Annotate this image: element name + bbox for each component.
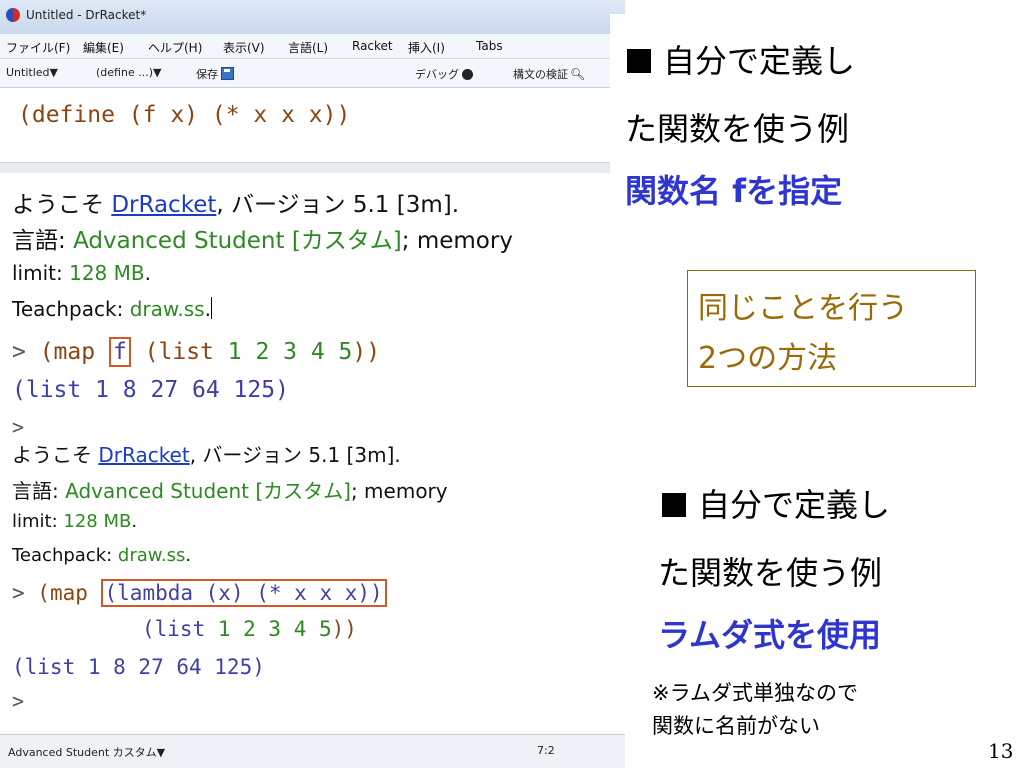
- definitions-pane[interactable]: (define (f x) (* x x x)): [0, 88, 625, 158]
- note2-line2: た関数を使う例: [658, 554, 883, 592]
- menu-racket[interactable]: Racket: [352, 39, 393, 53]
- language-suffix: ; memory: [350, 479, 448, 503]
- list-open: (list: [142, 617, 218, 641]
- welcome-suffix: , バージョン 5.1 [3m].: [189, 443, 401, 467]
- welcome-suffix: , バージョン 5.1 [3m].: [216, 192, 460, 218]
- note2-remark1: ※ラムダ式単独なので: [652, 681, 858, 705]
- definition-line: (define (f x) (* x x x)): [18, 102, 351, 128]
- page-number: 13: [988, 739, 1014, 763]
- note2-heading: 自分で定義し: [662, 480, 890, 526]
- menu-help[interactable]: ヘルプ(H): [148, 39, 202, 56]
- limit-end: .: [131, 511, 138, 532]
- window-title: Untitled - DrRacket*: [26, 8, 147, 22]
- welcome-prefix: ようこそ: [12, 192, 112, 218]
- cursor-position: 7:2: [537, 744, 555, 757]
- welcome-prefix: ようこそ: [12, 443, 99, 467]
- note1-heading: 自分で定義し: [627, 36, 855, 82]
- limit-label: limit:: [12, 261, 70, 285]
- teachpack-value: draw.ss: [117, 545, 186, 566]
- limit-value: 128 MB: [69, 261, 145, 285]
- save-label: 保存: [196, 68, 218, 81]
- menu-tabs[interactable]: Tabs: [476, 39, 503, 53]
- language-label: 言語:: [12, 228, 74, 254]
- map-expression-2-args: (list 1 2 3 4 5)): [142, 617, 357, 641]
- function-name-highlight: f: [108, 337, 131, 367]
- title-bar: Untitled - DrRacket*: [0, 0, 625, 35]
- next-prompt-2: >: [12, 689, 25, 713]
- result-2: (list 1 8 27 64 125): [12, 655, 265, 679]
- menu-file[interactable]: ファイル(F): [6, 39, 70, 56]
- memory-limit-line: limit: 128 MB.: [12, 261, 151, 285]
- save-icon: [221, 67, 234, 80]
- language-line-2: 言語: Advanced Student [カスタム]; memory: [12, 475, 448, 504]
- bullet-square-icon: [662, 493, 686, 517]
- text-cursor: [210, 297, 212, 319]
- prompt: >: [12, 581, 38, 605]
- check-syntax-button[interactable]: 構文の検証 🔍︎: [513, 66, 585, 82]
- teachpack-line: Teachpack: draw.ss.: [12, 297, 212, 321]
- toolbar: Untitled▼ (define ...)▼ 保存 デバッグ 構文の検証 🔍︎: [0, 59, 625, 88]
- callout-line1: 同じことを行う: [698, 291, 908, 326]
- teachpack-label: Teachpack:: [12, 545, 118, 566]
- teachpack-line-2: Teachpack: draw.ss.: [12, 545, 191, 566]
- callout-box: 同じことを行う 2つの方法: [687, 270, 976, 387]
- prompt: >: [12, 339, 40, 365]
- note2-line3: ラムダ式を使用: [658, 616, 882, 654]
- debug-label: デバッグ: [415, 68, 459, 81]
- language-value: Advanced Student [カスタム]: [73, 228, 402, 254]
- drracket-window: Untitled - DrRacket* ファイル(F) 編集(E) ヘルプ(H…: [0, 0, 625, 768]
- interactions-pane[interactable]: ようこそ DrRacket, バージョン 5.1 [3m]. 言語: Advan…: [0, 173, 625, 733]
- menu-language[interactable]: 言語(L): [288, 39, 328, 56]
- language-selector[interactable]: Advanced Student カスタム▼: [8, 744, 165, 760]
- note2-line1: 自分で定義し: [698, 486, 891, 524]
- check-syntax-label: 構文の検証: [513, 68, 568, 81]
- welcome-message-2: ようこそ DrRacket, バージョン 5.1 [3m].: [12, 439, 401, 468]
- magnifier-icon: 🔍︎: [570, 67, 586, 81]
- note1-line2: た関数を使う例: [625, 110, 850, 148]
- map-expression-2: > (map (lambda (x) (* x x x)): [12, 579, 387, 607]
- debug-button[interactable]: デバッグ: [415, 66, 473, 82]
- status-bar: Advanced Student カスタム▼ 7:2: [0, 734, 625, 768]
- note2-remark2: 関数に名前がない: [652, 714, 820, 738]
- expr-close: )): [331, 617, 357, 641]
- list-numbers: 1 2 3 4 5: [217, 617, 332, 641]
- language-suffix: ; memory: [401, 228, 513, 254]
- file-name-menu[interactable]: Untitled▼: [6, 66, 58, 79]
- map-open: (map: [39, 339, 109, 365]
- welcome-message: ようこそ DrRacket, バージョン 5.1 [3m].: [12, 185, 459, 219]
- expr-close: )): [352, 339, 381, 365]
- lambda-highlight: (lambda (x) (* x x x)): [100, 579, 387, 607]
- menu-bar: ファイル(F) 編集(E) ヘルプ(H) 表示(V) 言語(L) Racket …: [0, 34, 625, 59]
- language-line: 言語: Advanced Student [カスタム]; memory: [12, 221, 513, 255]
- map-open: (map: [37, 581, 101, 605]
- memory-limit-line-2: limit: 128 MB.: [12, 511, 137, 532]
- drracket-link[interactable]: DrRacket: [111, 192, 216, 218]
- bomb-icon: [462, 69, 473, 80]
- menu-view[interactable]: 表示(V): [223, 39, 265, 56]
- drracket-link[interactable]: DrRacket: [98, 443, 189, 467]
- note1-line3: 関数名 fを指定: [625, 172, 843, 210]
- limit-end: .: [144, 261, 151, 285]
- callout-line2: 2つの方法: [698, 341, 838, 376]
- list-numbers: 1 2 3 4 5: [227, 339, 353, 365]
- teachpack-value: draw.ss: [129, 297, 205, 321]
- teachpack-label: Teachpack:: [12, 297, 130, 321]
- teachpack-end: .: [185, 545, 192, 566]
- limit-label: limit:: [12, 511, 64, 532]
- limit-value: 128 MB: [63, 511, 132, 532]
- list-open: (list: [130, 339, 228, 365]
- next-prompt-1: >: [12, 415, 25, 439]
- menu-insert[interactable]: 挿入(I): [408, 39, 445, 56]
- result-1: (list 1 8 27 64 125): [12, 377, 289, 403]
- bullet-square-icon: [627, 49, 651, 73]
- define-menu[interactable]: (define ...)▼: [96, 66, 161, 79]
- save-button[interactable]: 保存: [196, 66, 234, 82]
- note1-line1: 自分で定義し: [663, 42, 856, 80]
- menu-edit[interactable]: 編集(E): [83, 39, 124, 56]
- map-expression-1: > (map f (list 1 2 3 4 5)): [12, 337, 381, 367]
- racket-logo-icon: [6, 8, 20, 22]
- language-label: 言語:: [12, 479, 66, 503]
- language-value: Advanced Student [カスタム]: [65, 479, 351, 503]
